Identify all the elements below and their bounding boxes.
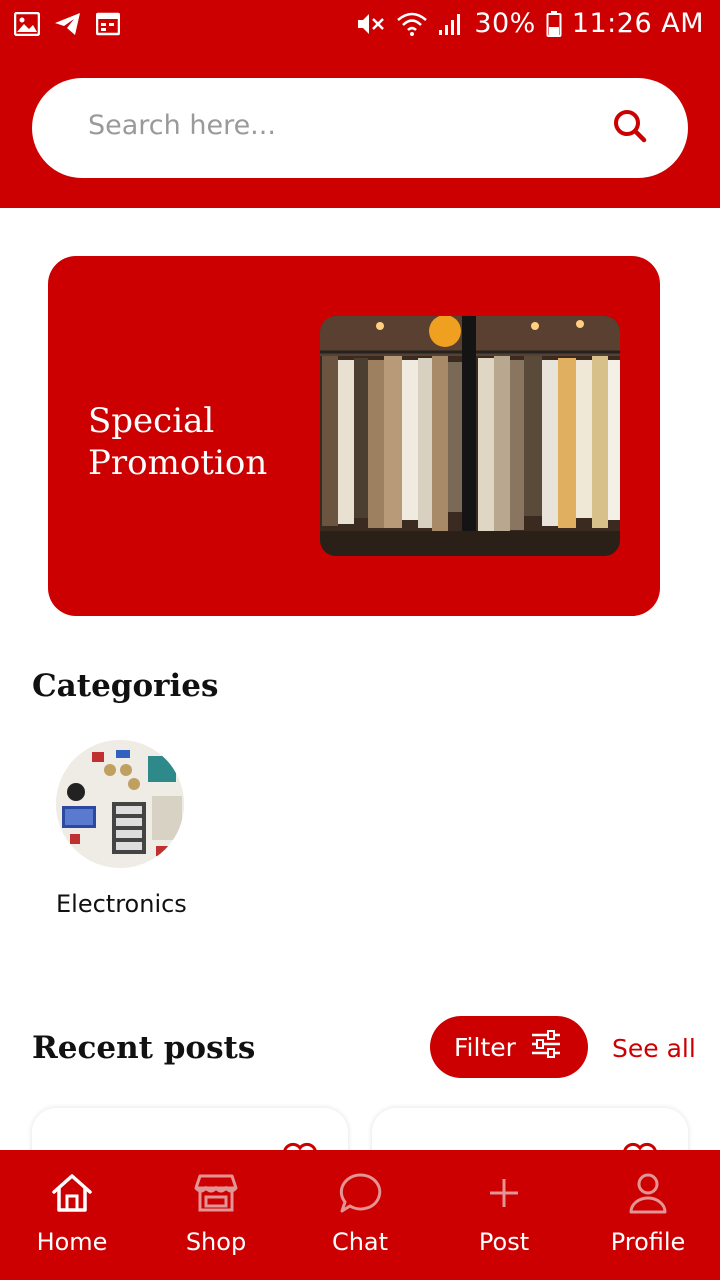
nav-label-shop: Shop — [185, 1228, 247, 1256]
categories-title: Categories — [32, 668, 219, 704]
mute-icon — [356, 11, 386, 37]
search-bar[interactable]: Search here... — [32, 78, 688, 178]
header: 30% 11:26 AM Search here... — [0, 0, 720, 208]
nav-item-profile[interactable]: Profile — [576, 1150, 720, 1280]
nav-item-post[interactable]: Post — [432, 1150, 576, 1280]
promo-banner[interactable]: Special Promotion — [48, 256, 660, 616]
status-bar: 30% 11:26 AM — [0, 0, 720, 50]
telegram-icon — [54, 12, 82, 36]
home-icon — [50, 1172, 94, 1218]
search-icon[interactable] — [612, 108, 648, 148]
category-label: Electronics — [56, 890, 187, 918]
signal-icon — [438, 12, 464, 36]
wifi-icon — [396, 11, 428, 37]
promo-title-line1: Special — [88, 401, 215, 441]
battery-percent: 30% — [474, 8, 536, 39]
nav-label-chat: Chat — [331, 1228, 389, 1256]
nav-item-shop[interactable]: Shop — [144, 1150, 288, 1280]
nav-label-profile: Profile — [610, 1228, 686, 1256]
search-input[interactable]: Search here... — [88, 110, 276, 141]
nav-label-home: Home — [36, 1228, 108, 1256]
profile-icon — [626, 1172, 670, 1218]
plus-icon — [482, 1172, 526, 1218]
shop-icon — [194, 1172, 238, 1218]
nav-item-chat[interactable]: Chat — [288, 1150, 432, 1280]
bottom-nav: Home Shop Chat Post Profile — [0, 1150, 720, 1280]
recent-posts-title: Recent posts — [32, 1030, 256, 1066]
gallery-icon — [14, 12, 40, 36]
see-all-link[interactable]: See all — [612, 1034, 696, 1063]
nav-label-post: Post — [478, 1228, 530, 1256]
promo-title-line2: Promotion — [88, 443, 268, 483]
category-item[interactable]: Electronics — [56, 740, 187, 918]
filter-button[interactable]: Filter — [430, 1016, 588, 1078]
category-image — [56, 740, 184, 868]
clock: 11:26 AM — [571, 8, 704, 39]
filter-label: Filter — [454, 1032, 516, 1062]
promo-title: Special Promotion — [88, 400, 267, 484]
battery-icon — [546, 10, 562, 37]
sliders-icon — [530, 1030, 562, 1064]
promo-image — [320, 316, 620, 556]
calendar-icon — [96, 12, 120, 36]
nav-item-home[interactable]: Home — [0, 1150, 144, 1280]
chat-icon — [338, 1172, 382, 1218]
